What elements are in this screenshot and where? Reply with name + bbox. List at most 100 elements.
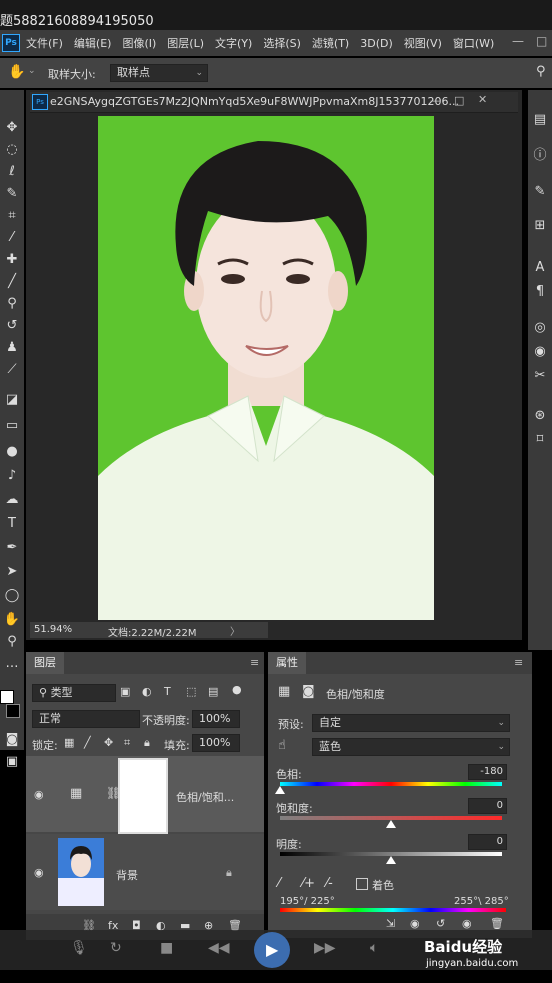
healing-brush-icon[interactable]: ✚ [2,250,22,270]
reset-icon[interactable]: ↺ [436,917,445,930]
volume-icon[interactable]: 🔈︎ [370,940,378,956]
crop-tool-icon[interactable]: ⌗ [2,206,22,226]
gradient-tool-icon[interactable]: ▭ [2,416,22,436]
sample-size-select[interactable]: 取样点 ⌄ [110,64,208,82]
marquee-tool-icon[interactable]: ◌ [2,140,22,160]
lock-image-icon[interactable]: ╱ [84,736,91,749]
replay-icon[interactable]: ↻ [110,940,122,956]
timeline-icon[interactable]: ◉ [530,342,550,362]
opacity-input[interactable]: 100% [192,710,240,728]
lock-position-icon[interactable]: ✥ [104,736,113,749]
restore-icon[interactable]: □ [454,94,464,107]
menu-layer[interactable]: 图层(L) [167,35,204,51]
saturation-slider-thumb[interactable] [386,820,396,828]
fast-forward-icon[interactable]: ▶▶ [314,940,336,956]
eyedropper-tool-icon[interactable]: ⁄ [2,228,22,248]
menu-file[interactable]: 文件(F) [26,35,63,51]
stamp-icon[interactable]: ♟ [2,338,22,358]
fill-input[interactable]: 100% [192,734,240,752]
clone-source-icon[interactable]: ⊞ [530,216,550,236]
history-brush-icon[interactable]: ↺ [2,316,22,336]
delete-adjustment-icon[interactable]: 🗑︎ [490,917,504,930]
menu-image[interactable]: 图像(I) [122,35,156,51]
shape-filter-icon[interactable]: ⬚ [186,685,196,698]
layer-name[interactable]: 色相/饱和... [176,789,234,805]
layer-row-hue-saturation[interactable]: ◉ ▦ ⛓ 色相/饱和... [26,756,264,834]
clip-to-layer-icon[interactable]: ⇲ [386,917,395,930]
microphone-icon[interactable]: 🎙︎ [70,940,88,956]
screen-mode-icon[interactable]: ▣ [2,752,22,772]
sponge-tool-icon[interactable]: ☁ [2,490,22,510]
background-color-swatch[interactable] [6,704,20,718]
blend-mode-select[interactable]: 正常 [32,710,140,728]
minimize-icon[interactable]: — [512,34,524,48]
paths-panel-icon[interactable]: ⌑ [530,430,550,450]
hand-tool-icon[interactable]: ✋ [8,64,25,80]
filter-toggle-icon[interactable]: ● [232,683,242,696]
zoom-level[interactable]: 51.94% [34,624,72,635]
search-icon[interactable]: ⚲ [536,64,546,79]
eye-icon[interactable]: ◉ [34,788,44,801]
hue-input[interactable]: -180 [468,764,507,780]
layer-filter-select[interactable]: ⚲ 类型 [32,684,116,702]
layer-name[interactable]: 背景 [116,867,138,883]
panel-menu-icon[interactable]: ≡ [250,656,259,669]
layer-row-background[interactable]: ◉ 背景 🔒︎ [26,834,264,910]
hand-tool-icon[interactable]: ✋ [2,610,22,630]
chevron-down-icon[interactable]: ⌄ [28,66,36,76]
smart-object-filter-icon[interactable]: ▤ [208,685,218,698]
layer-mask-thumbnail[interactable] [118,758,168,834]
art-brush-icon[interactable]: ⟋ [2,360,22,380]
adjustment-filter-icon[interactable]: ◐ [142,685,152,698]
tab-properties[interactable]: 属性 [268,652,306,674]
stop-icon[interactable]: ■ [160,940,173,956]
tab-layers[interactable]: 图层 [26,652,64,674]
lightness-slider-thumb[interactable] [386,856,396,864]
add-sample-eyedropper-icon[interactable]: ⁄+ [302,876,315,891]
chevron-right-icon[interactable]: 〉 [230,623,240,638]
subtract-sample-eyedropper-icon[interactable]: ⁄- [326,876,333,891]
view-previous-icon[interactable]: ◉ [410,917,420,930]
3d-panel-icon[interactable]: ◎ [530,318,550,338]
play-button[interactable]: ▶ [254,932,290,968]
ellipse-tool-icon[interactable]: ◯ [2,586,22,606]
maximize-icon[interactable]: □ [536,34,547,48]
lock-artboard-icon[interactable]: ⌗ [124,736,130,750]
brush-tool-icon[interactable]: ╱ [2,272,22,292]
document-tab[interactable]: Ps e2GNSAygqZGTGEs7Mz2JQNmYqd5Xe9uF8WWJP… [30,92,518,113]
zoom-tool-icon[interactable]: ⚲ [2,632,22,652]
path-select-icon[interactable]: ➤ [2,562,22,582]
toggle-visibility-icon[interactable]: ◉ [462,917,472,930]
quick-mask-icon[interactable]: ◙ [2,730,22,750]
foreground-color-swatch[interactable] [0,690,14,704]
move-tool-icon[interactable]: ✥ [2,118,22,138]
dodge-tool-icon[interactable]: ♪ [2,466,22,486]
brush-panel-icon[interactable]: ✎ [530,182,550,202]
quick-select-tool-icon[interactable]: ✎ [2,184,22,204]
pen-tool-icon[interactable]: ✒ [2,538,22,558]
lasso-tool-icon[interactable]: ℓ [2,162,22,182]
eraser-tool-icon[interactable]: ◪ [2,390,22,410]
menu-filter[interactable]: 滤镜(T) [312,35,349,51]
tools-preset-icon[interactable]: ✂ [530,366,550,386]
hue-slider-track[interactable] [280,782,502,786]
lock-transparent-icon[interactable]: ▦ [64,736,74,749]
layer-thumbnail[interactable] [58,838,104,906]
type-tool-icon[interactable]: T [2,514,22,534]
channels-panel-icon[interactable]: ⊛ [530,406,550,426]
preset-select[interactable]: 自定 ⌄ [312,714,510,732]
close-icon[interactable]: ✕ [478,93,487,106]
clone-stamp-icon[interactable]: ⚲ [2,294,22,314]
menu-type[interactable]: 文字(Y) [215,35,252,51]
mask-icon[interactable]: ◙ [302,684,315,699]
menu-edit[interactable]: 编辑(E) [74,35,112,51]
info-panel-icon[interactable]: ⓘ [530,146,550,166]
type-filter-icon[interactable]: T [164,685,171,698]
blur-tool-icon[interactable]: ● [2,442,22,462]
menu-3d[interactable]: 3D(D) [360,37,393,50]
lock-all-icon[interactable]: 🔒︎ [144,736,150,750]
more-tools-icon[interactable]: … [2,654,22,674]
minimize-icon[interactable]: — [430,94,441,107]
character-panel-icon[interactable]: A [530,258,550,278]
menu-view[interactable]: 视图(V) [404,35,442,51]
